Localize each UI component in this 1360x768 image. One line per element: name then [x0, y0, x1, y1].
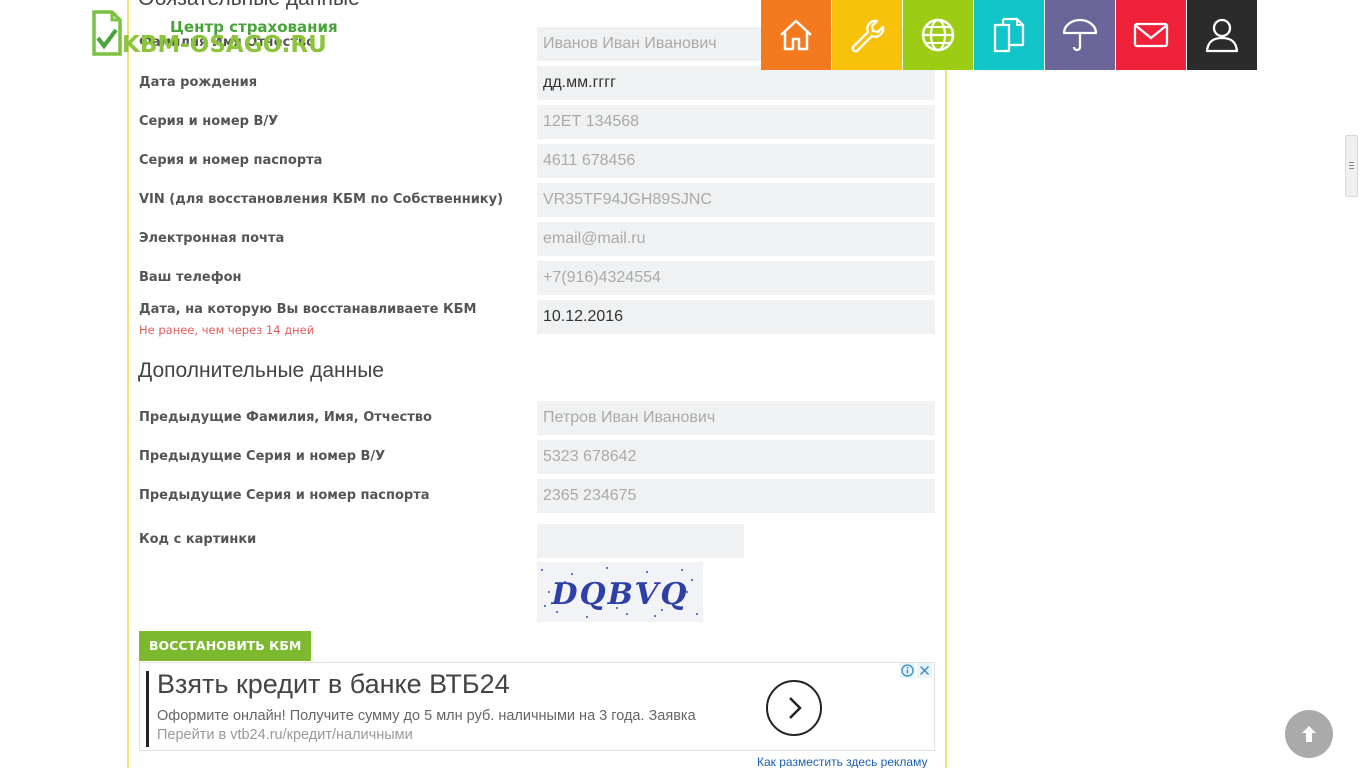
document-check-icon: [92, 10, 122, 56]
email-label: Электронная почта: [139, 231, 285, 246]
logo-domain: KBM-OSAGO.RU: [122, 32, 327, 58]
top-nav: [761, 0, 1257, 70]
nav-tools[interactable]: [832, 0, 902, 70]
captcha-input[interactable]: [537, 524, 744, 558]
prev-passport-label: Предыдущие Серия и номер паспорта: [139, 488, 430, 503]
nav-account[interactable]: [1187, 0, 1257, 70]
license-label: Серия и номер В/У: [139, 114, 279, 129]
captcha-label: Код с картинки: [139, 532, 257, 547]
ad-arrow-button[interactable]: [766, 680, 822, 736]
captcha-image: DQBVQ: [537, 562, 703, 622]
page-scrollbar[interactable]: [1343, 0, 1360, 768]
captcha-text: DQBVQ: [551, 577, 689, 612]
license-input[interactable]: [537, 105, 935, 139]
documents-icon: [993, 17, 1025, 53]
phone-input[interactable]: [537, 261, 935, 295]
arrow-up-icon: [1302, 726, 1316, 742]
vin-input[interactable]: [537, 183, 935, 217]
ad-close-icon[interactable]: [917, 663, 932, 678]
prev-fio-input[interactable]: [537, 401, 935, 435]
ad-title[interactable]: Взять кредит в банке ВТБ24: [157, 669, 510, 700]
page: Обязательные данные Фамилия Имя Отчество…: [0, 0, 1360, 768]
nav-web[interactable]: [903, 0, 973, 70]
restore-date-label: Дата, на которую Вы восстанавливаете КБМ: [139, 302, 477, 317]
nav-insurance[interactable]: [1045, 0, 1115, 70]
ad-text: Оформите онлайн! Получите сумму до 5 млн…: [157, 708, 696, 724]
site-logo[interactable]: Центр страхования KBM-OSAGO.RU: [90, 8, 350, 60]
prev-license-label: Предыдущие Серия и номер В/У: [139, 449, 386, 464]
nav-mail[interactable]: [1116, 0, 1186, 70]
ad-placement-link[interactable]: Как разместить здесь рекламу: [757, 755, 927, 768]
ad-link[interactable]: Перейти в vtb24.ru/кредит/наличными: [157, 727, 413, 743]
wrench-icon: [851, 19, 885, 53]
restore-date-input[interactable]: [537, 300, 935, 334]
restore-kbm-button[interactable]: ВОССТАНОВИТЬ КБМ: [139, 631, 312, 661]
restore-date-note: Не ранее, чем через 14 дней: [139, 323, 315, 337]
prev-passport-input[interactable]: [537, 479, 935, 513]
ad-accent-bar: [146, 671, 149, 747]
birthdate-label: Дата рождения: [139, 75, 258, 90]
home-icon: [780, 19, 812, 51]
umbrella-icon: [1062, 18, 1098, 52]
phone-label: Ваш телефон: [139, 270, 242, 285]
vin-label: VIN (для восстановления КБМ по Собственн…: [139, 192, 504, 207]
prev-fio-label: Предыдущие Фамилия, Имя, Отчество: [139, 410, 432, 425]
nav-documents[interactable]: [974, 0, 1044, 70]
prev-license-input[interactable]: [537, 440, 935, 474]
nav-home[interactable]: [761, 0, 831, 70]
mail-icon: [1133, 22, 1169, 48]
ad-info-icon[interactable]: [900, 663, 915, 678]
passport-label: Серия и номер паспорта: [139, 153, 323, 168]
email-input[interactable]: [537, 222, 935, 256]
passport-input[interactable]: [537, 144, 935, 178]
scroll-to-top-button[interactable]: [1285, 710, 1333, 758]
globe-icon: [921, 18, 955, 52]
scrollbar-thumb[interactable]: [1345, 135, 1358, 197]
ad-block[interactable]: Взять кредит в банке ВТБ24 Оформите онла…: [139, 662, 935, 751]
additional-section-title: Дополнительные данные: [138, 359, 384, 382]
chevron-right-icon: [789, 697, 802, 719]
user-icon: [1205, 18, 1239, 53]
birthdate-input[interactable]: [537, 66, 935, 100]
